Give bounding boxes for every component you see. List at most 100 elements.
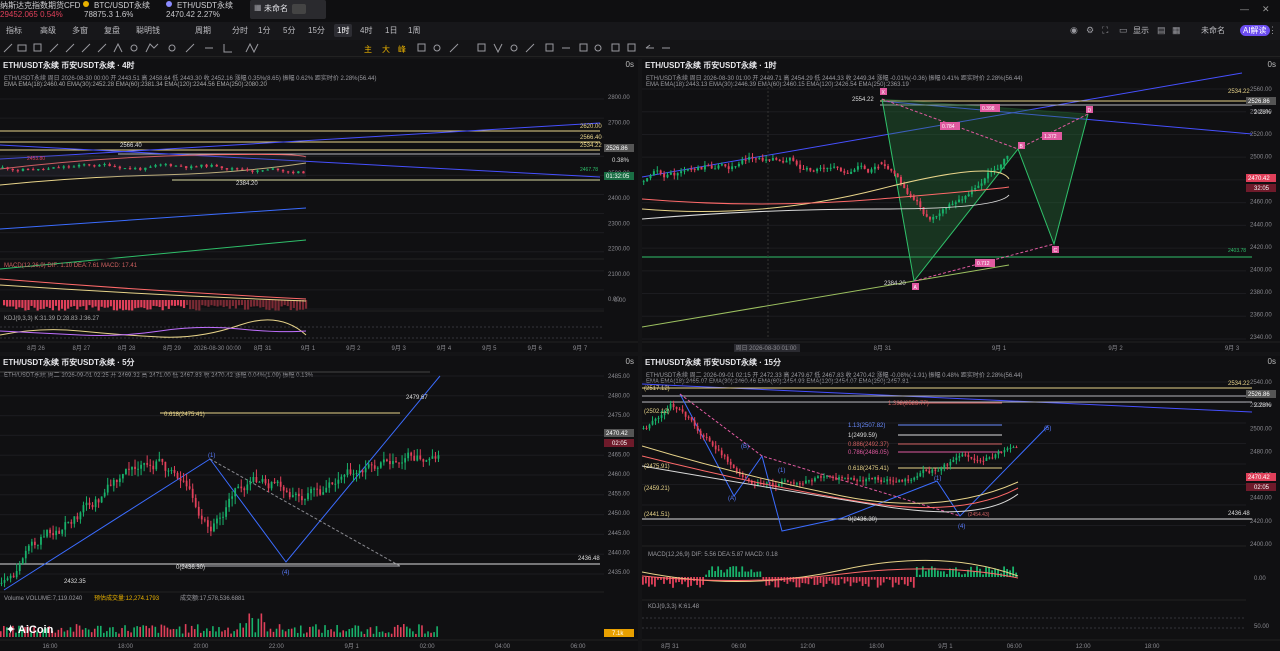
volume-bar bbox=[142, 625, 145, 637]
price-tag-text: 2526.86 bbox=[1248, 392, 1270, 398]
price-tick-label: 2420.00 bbox=[1250, 519, 1272, 525]
candle bbox=[279, 481, 282, 487]
wave-price: (2502.12) bbox=[644, 409, 670, 415]
price-tick-label: 2540.00 bbox=[1250, 380, 1272, 386]
price-tag-text: 2526.86 bbox=[606, 146, 628, 152]
wave-label: (4) bbox=[282, 570, 289, 576]
chart-panel-1h[interactable]: ETH/USDT永续 币安USDT永续 · 1时 0s ETH/USDT永续 周… bbox=[642, 59, 1280, 352]
volume-bar bbox=[87, 629, 90, 637]
candle bbox=[184, 166, 188, 169]
chart-5m[interactable]: 2485.002480.002475.002470.002465.002460.… bbox=[0, 356, 638, 651]
price-tick-label: 2520.00 bbox=[1250, 132, 1272, 138]
candle bbox=[874, 477, 877, 480]
price-tick-label: 2560.00 bbox=[1250, 87, 1272, 93]
chart-panel-15m[interactable]: ETH/USDT永续 币安USDT永续 · 15分 0s ETH/USDT永续 … bbox=[642, 356, 1280, 651]
macd-bar bbox=[720, 569, 723, 577]
macd-bar bbox=[268, 300, 271, 311]
tf-4h[interactable]: 4时 bbox=[360, 25, 372, 36]
replay-button[interactable]: 复盘 bbox=[104, 25, 120, 36]
candle bbox=[133, 168, 137, 170]
candle bbox=[916, 476, 919, 478]
candle bbox=[702, 435, 705, 437]
macd-bar bbox=[777, 577, 780, 588]
candle bbox=[980, 183, 983, 186]
wave-line bbox=[3, 375, 441, 591]
candle bbox=[955, 457, 958, 460]
chart-panel-5m[interactable]: ETH/USDT永续 币安USDT永续 · 5分 0s ETH/USDT永续 周… bbox=[0, 356, 638, 651]
candle bbox=[805, 480, 807, 484]
display-button[interactable]: 显示 bbox=[1133, 25, 1149, 36]
macd-bar bbox=[774, 577, 777, 588]
candle bbox=[425, 460, 428, 462]
dif-line bbox=[0, 284, 307, 302]
volume-bar bbox=[230, 633, 232, 637]
macd-bar bbox=[939, 571, 942, 577]
volume-bar bbox=[427, 631, 429, 637]
layout-tab[interactable]: ▦ 未命名 bbox=[250, 0, 326, 19]
candle bbox=[693, 420, 696, 426]
tf-5m[interactable]: 5分 bbox=[283, 25, 295, 36]
monitor-icon[interactable]: ▭ bbox=[1119, 25, 1128, 36]
volume-bar bbox=[184, 624, 187, 637]
macd-bar bbox=[879, 577, 882, 586]
candle bbox=[768, 482, 771, 484]
tf-1m[interactable]: 1分 bbox=[258, 25, 270, 36]
macd-bar bbox=[846, 577, 849, 582]
macd-bar bbox=[885, 577, 888, 580]
chart-1h[interactable]: 2560.002540.002520.002500.002480.002460.… bbox=[642, 59, 1280, 352]
time-tick-label: 22:00 bbox=[269, 644, 285, 650]
tf-tick[interactable]: 分时 bbox=[232, 25, 248, 36]
volume-bar bbox=[345, 631, 348, 637]
candle bbox=[938, 213, 941, 217]
macd-bar bbox=[36, 300, 39, 311]
candle bbox=[808, 480, 810, 482]
layout-select[interactable]: 未命名 bbox=[1201, 25, 1225, 36]
tf-1w[interactable]: 1周 bbox=[408, 25, 420, 36]
macd-bar bbox=[146, 300, 149, 310]
chart-15m[interactable]: 2540.002520.002500.002480.002460.002440.… bbox=[642, 356, 1280, 651]
period-select[interactable]: 周期 bbox=[195, 25, 211, 36]
minimize-icon[interactable]: — bbox=[1240, 4, 1249, 14]
candle bbox=[676, 173, 679, 176]
macd-bar bbox=[243, 300, 247, 310]
macd-bar bbox=[131, 300, 134, 311]
candle bbox=[240, 486, 243, 489]
macd-bar bbox=[24, 300, 27, 311]
layout-icon[interactable]: ▤ bbox=[1157, 25, 1166, 36]
chart-panel-4h[interactable]: ETH/USDT永续 币安USDT永续 · 4时 0s ETH/USDT永续 周… bbox=[0, 59, 638, 352]
tf-15m[interactable]: 15分 bbox=[308, 25, 325, 36]
candle bbox=[103, 492, 106, 497]
time-tick-label: 04:00 bbox=[495, 644, 511, 650]
chart-4h[interactable]: 2800.002700.002600.002500.002400.002300.… bbox=[0, 59, 638, 352]
tf-1h[interactable]: 1时 bbox=[334, 24, 353, 37]
candle bbox=[149, 166, 152, 168]
macd-bar bbox=[48, 300, 51, 308]
macd-bar bbox=[82, 300, 85, 307]
candle bbox=[961, 199, 964, 201]
volume-bar bbox=[272, 631, 275, 637]
macd-bar bbox=[843, 577, 846, 584]
time-tick-label: 8月 31 bbox=[254, 345, 272, 352]
advanced-button[interactable]: 高级 bbox=[40, 25, 56, 36]
indicators-button[interactable]: 指标 bbox=[6, 25, 22, 36]
ai-button[interactable]: AI解读 bbox=[1240, 25, 1270, 36]
grid-layout-icon[interactable]: ▦ bbox=[1172, 25, 1181, 36]
more-icon[interactable]: ⋮ bbox=[1268, 25, 1277, 36]
candle bbox=[705, 436, 708, 438]
candle bbox=[856, 166, 859, 170]
macd-bar bbox=[112, 300, 115, 311]
tf-1d[interactable]: 1日 bbox=[385, 25, 397, 36]
candle bbox=[112, 479, 115, 486]
candle bbox=[18, 564, 21, 572]
gear-icon[interactable]: ⚙ bbox=[1086, 25, 1094, 36]
macd-bar bbox=[825, 577, 828, 584]
drawing-tools-icons[interactable]: 主大峰 bbox=[0, 40, 680, 56]
fullscreen-icon[interactable]: ⛶ bbox=[1102, 25, 1108, 36]
macd-bar bbox=[891, 577, 894, 588]
close-icon[interactable]: ✕ bbox=[1262, 4, 1270, 15]
multi-window-button[interactable]: 多窗 bbox=[72, 25, 88, 36]
candle bbox=[741, 474, 744, 478]
level-label: 2566.40 bbox=[580, 135, 602, 141]
smart-money-button[interactable]: 聪明钱 bbox=[136, 25, 160, 36]
camera-icon[interactable]: ◉ bbox=[1070, 25, 1078, 36]
